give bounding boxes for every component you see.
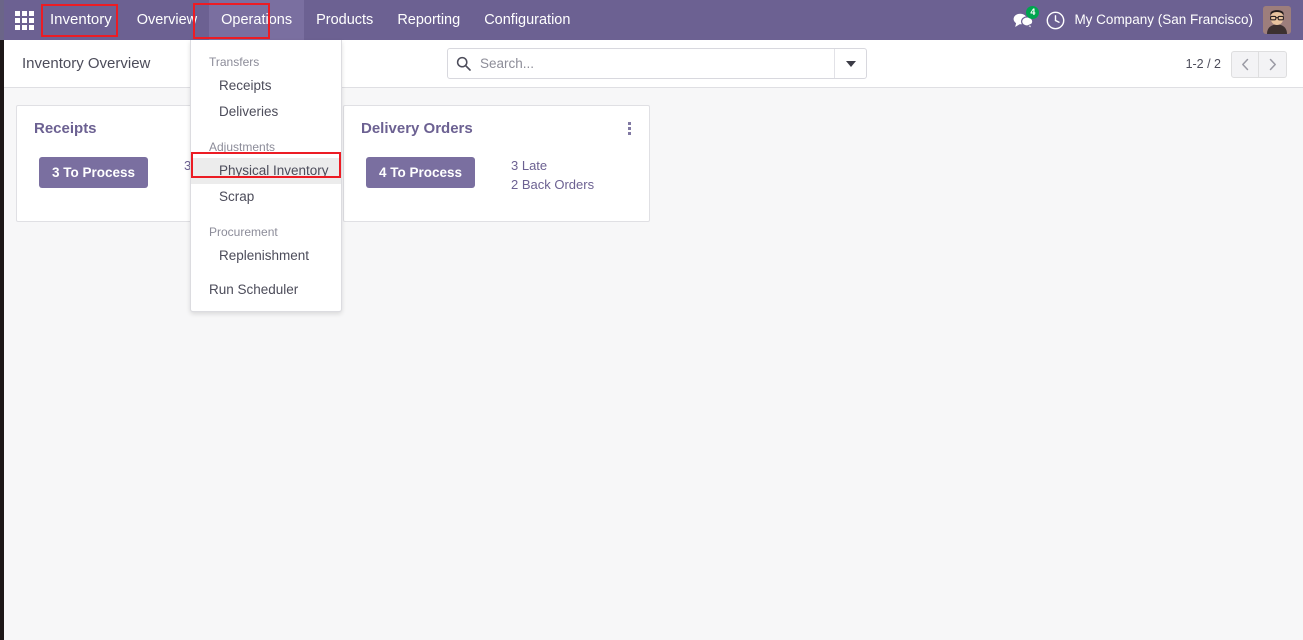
navbar-menu-reporting[interactable]: Reporting bbox=[385, 0, 472, 40]
kanban-card-delivery-orders[interactable]: Delivery Orders 4 To Process 3 Late 2 Ba… bbox=[343, 105, 650, 222]
delivery-late-link[interactable]: 3 Late bbox=[511, 156, 594, 175]
navbar-right-section: 4 My Company (San Francisco) bbox=[1006, 0, 1303, 40]
window-left-edge-top bbox=[0, 0, 4, 40]
search-glyph bbox=[456, 56, 471, 71]
kebab-menu-icon[interactable] bbox=[621, 119, 637, 137]
search-dropdown-toggle[interactable] bbox=[834, 49, 866, 78]
pager-value: 1-2 / 2 bbox=[1185, 57, 1221, 71]
dropdown-separator bbox=[191, 210, 341, 218]
dropdown-item-receipts[interactable]: Receipts bbox=[191, 73, 341, 99]
dropdown-section-transfers: Transfers bbox=[209, 55, 260, 69]
kanban-card-title: Receipts bbox=[34, 120, 97, 137]
kanban-card-title: Delivery Orders bbox=[361, 120, 473, 137]
navbar-menu-configuration[interactable]: Configuration bbox=[472, 0, 582, 40]
dropdown-item-run-scheduler[interactable]: Run Scheduler bbox=[191, 277, 341, 303]
window-left-edge bbox=[0, 0, 4, 640]
company-switcher[interactable]: My Company (San Francisco) bbox=[1070, 0, 1261, 40]
pager-previous-button[interactable] bbox=[1231, 50, 1259, 78]
delivery-back-orders-link[interactable]: 2 Back Orders bbox=[511, 175, 594, 194]
messages-icon[interactable]: 4 bbox=[1006, 0, 1040, 40]
dropdown-section-procurement: Procurement bbox=[209, 225, 278, 239]
breadcrumb: Inventory Overview bbox=[22, 55, 151, 72]
chevron-left-icon bbox=[1241, 58, 1248, 70]
navbar-app-name-inventory[interactable]: Inventory bbox=[37, 0, 125, 40]
messages-count-badge: 4 bbox=[1026, 6, 1040, 19]
search-icon bbox=[448, 49, 478, 78]
dropdown-item-physical-inventory[interactable]: Physical Inventory bbox=[191, 158, 341, 184]
dropdown-item-replenishment[interactable]: Replenishment bbox=[191, 243, 341, 269]
dropdown-section-adjustments: Adjustments bbox=[209, 140, 276, 154]
avatar-glyph bbox=[1263, 6, 1291, 34]
navbar-menu-overview[interactable]: Overview bbox=[125, 0, 209, 40]
chevron-right-icon bbox=[1269, 58, 1276, 70]
operations-dropdown-menu: Transfers Receipts Deliveries Adjustment… bbox=[190, 40, 342, 312]
chevron-down-icon bbox=[845, 60, 856, 67]
dropdown-item-deliveries[interactable]: Deliveries bbox=[191, 99, 341, 125]
search-input[interactable] bbox=[478, 50, 834, 77]
dropdown-item-scrap[interactable]: Scrap bbox=[191, 184, 341, 210]
apps-grid-icon[interactable] bbox=[11, 0, 37, 40]
user-avatar[interactable] bbox=[1263, 6, 1291, 34]
top-navbar: Inventory Overview Operations Products R… bbox=[0, 0, 1303, 40]
navbar-menu-operations[interactable]: Operations bbox=[209, 0, 305, 40]
navbar-menu-products[interactable]: Products bbox=[304, 0, 385, 40]
search-view[interactable] bbox=[447, 48, 867, 79]
pager-next-button[interactable] bbox=[1259, 50, 1287, 78]
pager: 1-2 / 2 bbox=[1186, 40, 1287, 88]
kanban-card-stats: 3 Late 2 Back Orders bbox=[511, 156, 594, 194]
clock-icon[interactable] bbox=[1040, 0, 1070, 40]
dropdown-separator bbox=[191, 269, 341, 277]
dropdown-separator bbox=[191, 125, 341, 133]
clock-glyph bbox=[1046, 11, 1065, 29]
receipts-to-process-button[interactable]: 3 To Process bbox=[39, 157, 149, 188]
delivery-orders-to-process-button[interactable]: 4 To Process bbox=[366, 157, 476, 188]
